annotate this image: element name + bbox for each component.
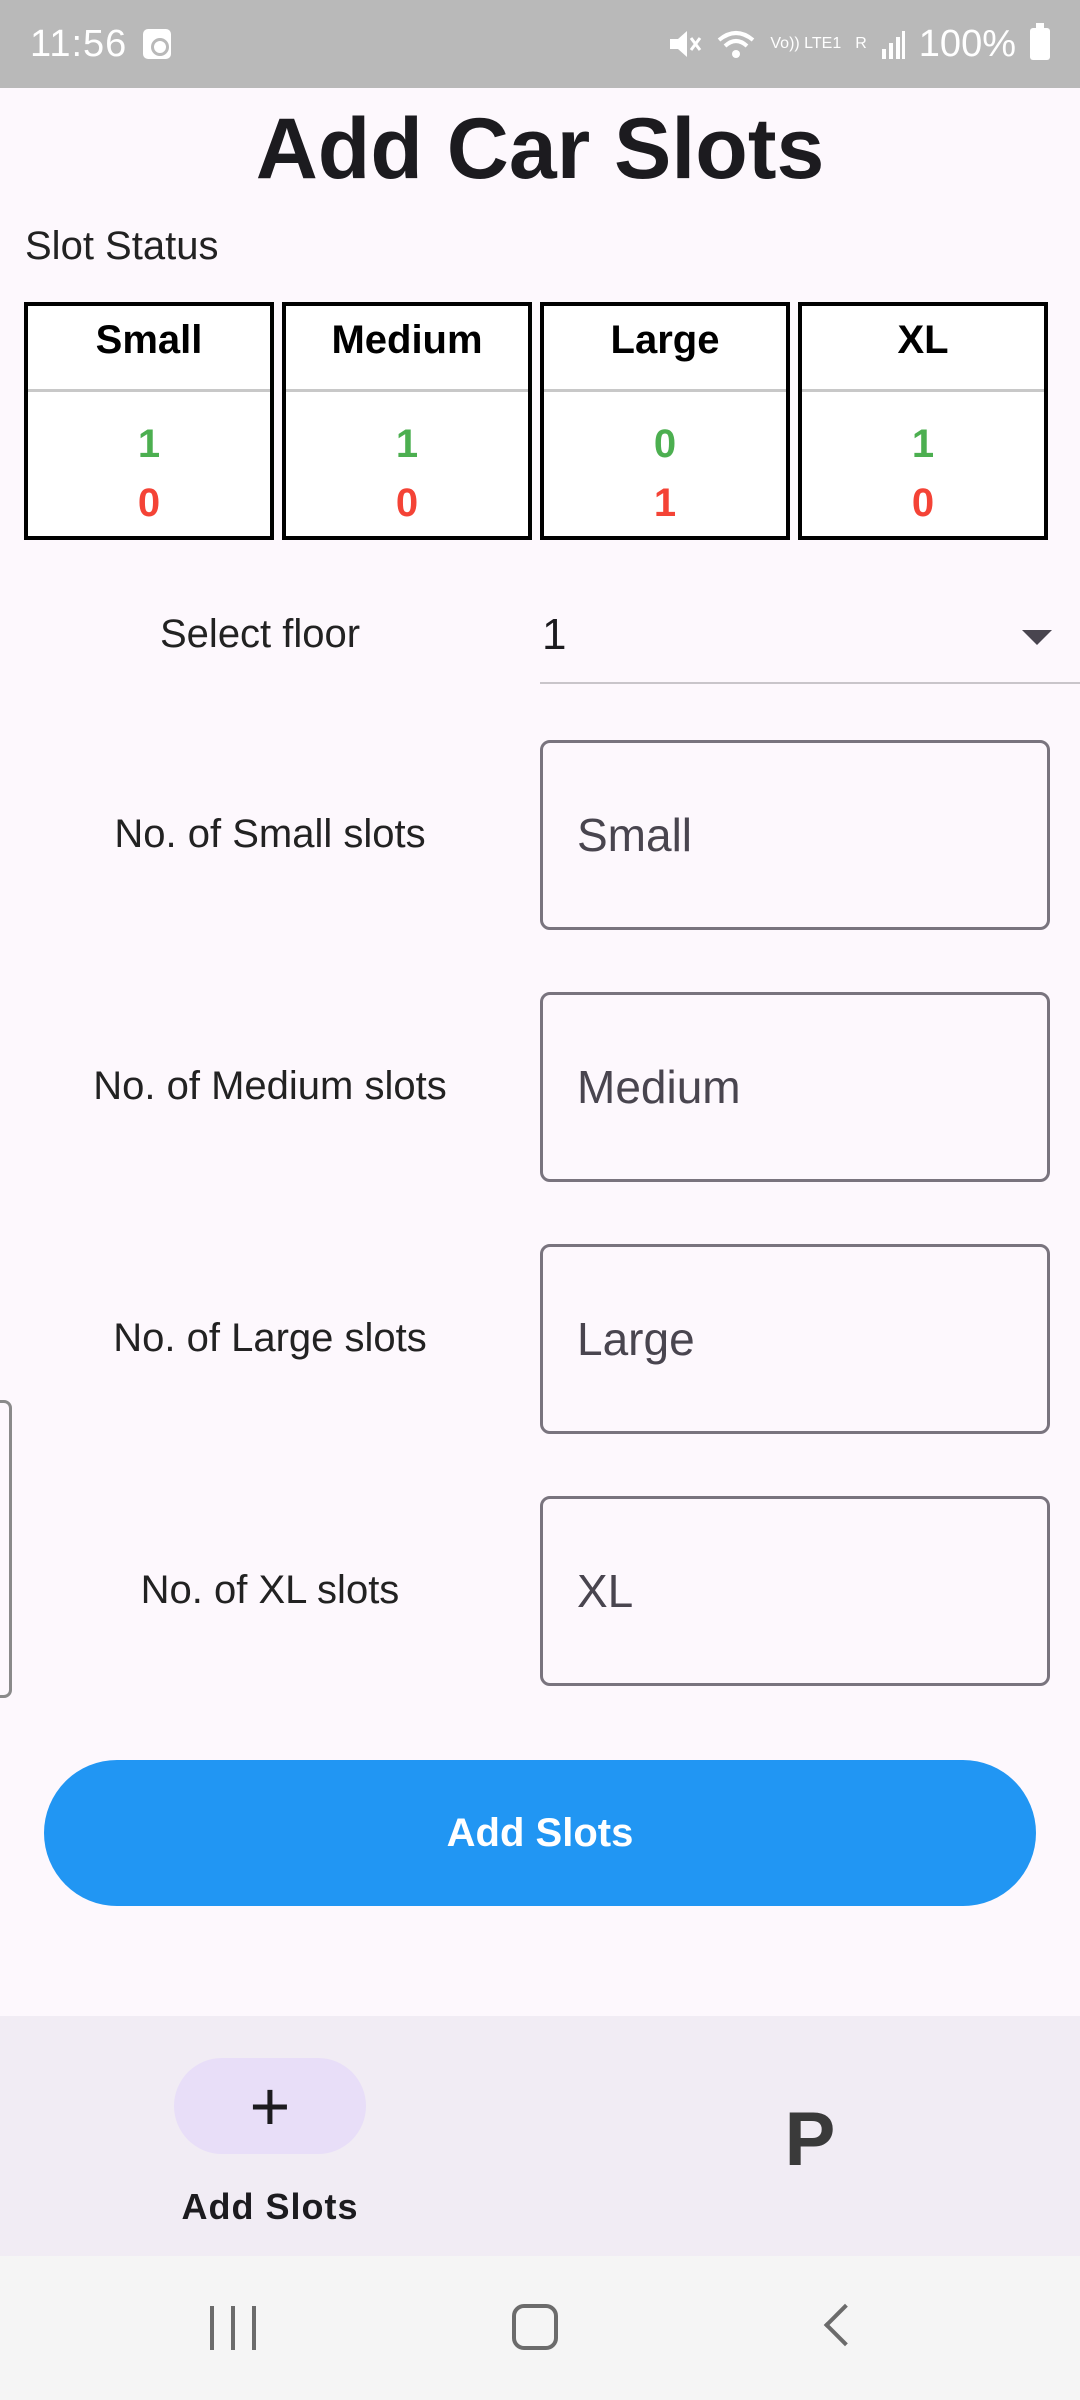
dropdown-arrow-icon xyxy=(1022,630,1052,645)
bottom-navigation: + Add Slots P xyxy=(0,2016,1080,2256)
battery-percent: 100% xyxy=(918,22,1016,65)
status-card-title: Small xyxy=(28,306,270,392)
available-count: 1 xyxy=(911,422,935,466)
floor-label: Select floor xyxy=(160,612,361,656)
back-icon[interactable] xyxy=(823,2303,867,2347)
xl-slots-input[interactable] xyxy=(540,1496,1050,1686)
add-slots-button[interactable]: Add Slots xyxy=(44,1760,1036,1906)
page-title: Add Car Slots xyxy=(255,101,825,197)
battery-icon xyxy=(1030,23,1050,60)
system-navigation-bar xyxy=(0,2256,1080,2400)
small-slots-input[interactable] xyxy=(540,740,1050,930)
status-card-small: Small 1 0 xyxy=(24,302,274,540)
occupied-count: 0 xyxy=(137,481,161,525)
large-slots-label: No. of Large slots xyxy=(113,1316,427,1360)
small-slots-label: No. of Small slots xyxy=(114,812,426,856)
status-card-title: Large xyxy=(544,306,786,392)
available-count: 0 xyxy=(653,422,677,466)
xl-slots-label: No. of XL slots xyxy=(140,1568,400,1612)
floor-dropdown[interactable]: 1 xyxy=(540,588,1080,684)
medium-slots-input[interactable] xyxy=(540,992,1050,1182)
mute-icon xyxy=(670,31,702,57)
parking-icon: P xyxy=(784,2097,836,2182)
available-count: 1 xyxy=(137,422,161,466)
signal-icon xyxy=(881,31,905,59)
calendar-icon xyxy=(143,29,172,59)
nav-active-indicator: + xyxy=(174,2058,366,2154)
slot-status-label: Slot Status xyxy=(25,224,219,268)
network-type: Vo)) LTE1 xyxy=(770,35,842,52)
status-bar: 11:56 Vo)) LTE1 R 100% xyxy=(0,0,1080,88)
recents-icon[interactable] xyxy=(210,2306,256,2350)
status-card-title: Medium xyxy=(286,306,528,392)
status-icons: Vo)) LTE1 R 100% xyxy=(668,23,1050,66)
occupied-count: 0 xyxy=(395,481,419,525)
signal-label: R xyxy=(855,35,867,52)
occupied-count: 1 xyxy=(653,481,677,525)
large-slots-input[interactable] xyxy=(540,1244,1050,1434)
edge-panel-handle[interactable] xyxy=(0,1400,12,1698)
wifi-icon xyxy=(718,31,755,58)
nav-item-add-slots[interactable]: + Add Slots xyxy=(0,2016,540,2256)
status-card-title: XL xyxy=(802,306,1044,392)
nav-item-label: Add Slots xyxy=(181,2186,359,2227)
available-count: 1 xyxy=(395,422,419,466)
floor-selected-value: 1 xyxy=(542,610,567,659)
status-time: 11:56 xyxy=(30,22,128,65)
occupied-count: 0 xyxy=(911,481,935,525)
home-icon[interactable] xyxy=(512,2304,558,2350)
status-card-xl: XL 1 0 xyxy=(798,302,1048,540)
medium-slots-label: No. of Medium slots xyxy=(93,1064,447,1108)
nav-item-parking[interactable]: P xyxy=(540,2016,1080,2256)
plus-icon: + xyxy=(249,2067,291,2145)
slot-status-grid: Small 1 0 Medium 1 0 Large 0 1 XL 1 0 xyxy=(24,302,1048,540)
status-card-medium: Medium 1 0 xyxy=(282,302,532,540)
status-card-large: Large 0 1 xyxy=(540,302,790,540)
